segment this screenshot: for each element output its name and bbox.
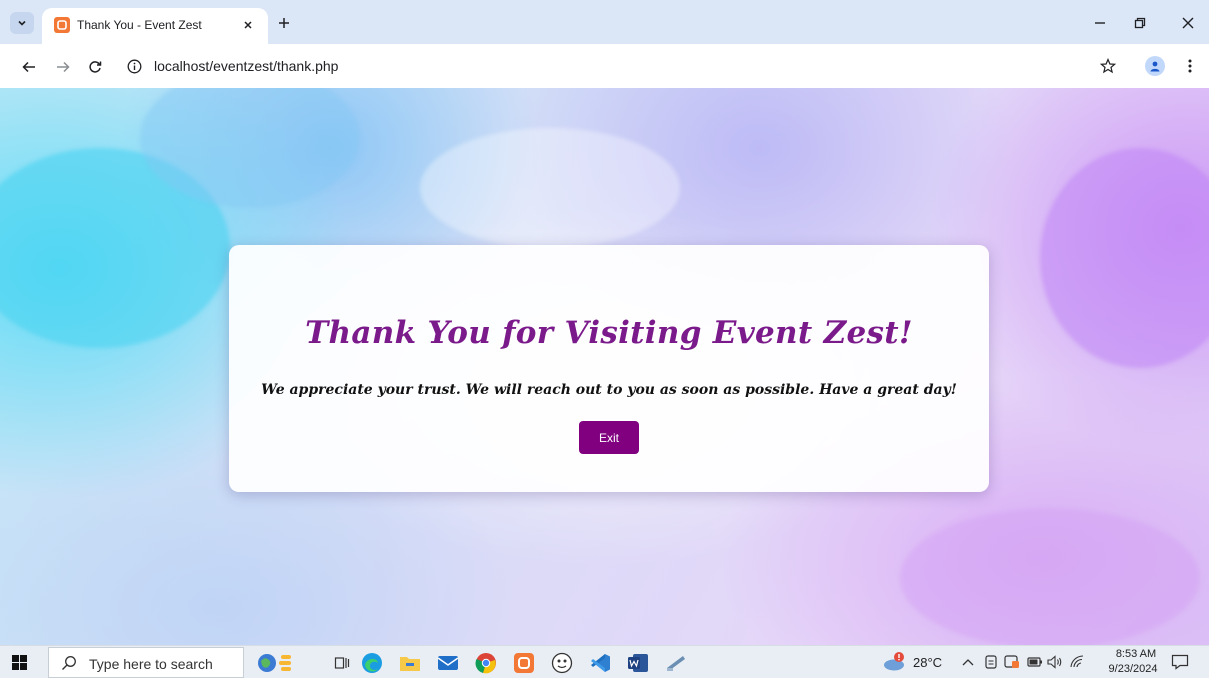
minimize-button[interactable]	[1086, 11, 1114, 35]
more-vertical-icon	[1188, 59, 1192, 73]
chevron-up-icon[interactable]	[960, 654, 976, 670]
tray-app-icon[interactable]	[983, 654, 999, 670]
windows-taskbar: Type here to search 28°C 8:53 AM 9/23/20…	[0, 645, 1209, 678]
tab-search-button[interactable]	[10, 12, 34, 34]
restore-button[interactable]	[1126, 11, 1154, 35]
browser-toolbar: localhost/eventzest/thank.php	[0, 44, 1209, 88]
address-bar[interactable]: localhost/eventzest/thank.php	[120, 50, 1120, 82]
file-explorer-icon[interactable]	[398, 651, 422, 675]
person-icon	[1150, 61, 1160, 72]
search-icon	[62, 656, 76, 670]
tab-bar: Thank You - Event Zest	[0, 0, 1209, 44]
bookmark-star-icon[interactable]	[1098, 56, 1118, 76]
close-window-button[interactable]	[1174, 11, 1202, 35]
plus-icon	[279, 18, 289, 28]
vscode-icon[interactable]	[588, 651, 612, 675]
close-icon	[1182, 17, 1194, 29]
xampp-icon	[54, 17, 70, 33]
background-splash	[420, 128, 680, 248]
edge-icon[interactable]	[360, 651, 384, 675]
app-icon[interactable]	[550, 651, 574, 675]
tab-close-button[interactable]	[238, 15, 258, 35]
xampp-tray-icon[interactable]	[1004, 654, 1020, 670]
arrow-right-icon	[57, 61, 70, 73]
browser-tab[interactable]: Thank You - Event Zest	[42, 8, 268, 44]
reload-icon	[89, 61, 102, 73]
new-tab-button[interactable]	[274, 13, 294, 33]
clock-date[interactable]: 9/23/2024	[1104, 663, 1162, 675]
close-icon	[244, 21, 252, 29]
profile-avatar[interactable]	[1145, 56, 1165, 76]
taskbar-search[interactable]: Type here to search	[48, 647, 244, 678]
minimize-icon	[1095, 22, 1105, 24]
widgets-icon[interactable]	[255, 651, 295, 675]
app-icon-2[interactable]	[664, 651, 688, 675]
background-splash	[1040, 148, 1209, 368]
browser-menu-button[interactable]	[1180, 56, 1200, 76]
mail-icon[interactable]	[436, 651, 460, 675]
page-title: Thank You for Visiting Event Zest!	[305, 315, 913, 351]
chrome-icon[interactable]	[474, 651, 498, 675]
volume-icon[interactable]	[1047, 654, 1063, 670]
back-button[interactable]	[18, 56, 40, 78]
page-viewport: Thank You for Visiting Event Zest! We ap…	[0, 88, 1209, 645]
clock-time[interactable]: 8:53 AM	[1110, 648, 1162, 660]
task-view-icon[interactable]	[330, 651, 354, 675]
thank-you-message: We appreciate your trust. We will reach …	[261, 382, 957, 398]
url-text: localhost/eventzest/thank.php	[154, 58, 339, 74]
tab-title: Thank You - Event Zest	[77, 18, 202, 32]
notification-icon[interactable]	[1171, 654, 1189, 670]
word-icon[interactable]	[626, 651, 650, 675]
arrow-left-icon	[22, 61, 35, 73]
background-splash	[900, 508, 1200, 645]
thank-you-card: Thank You for Visiting Event Zest! We ap…	[229, 245, 989, 492]
wifi-icon[interactable]	[1070, 654, 1086, 670]
weather-icon[interactable]	[882, 651, 908, 673]
temperature: 28°C	[913, 655, 943, 670]
exit-button[interactable]: Exit	[579, 421, 639, 454]
battery-icon[interactable]	[1027, 654, 1043, 670]
xampp-icon[interactable]	[512, 651, 536, 675]
restore-icon	[1134, 17, 1146, 29]
start-button[interactable]	[12, 655, 27, 670]
chevron-down-icon	[18, 20, 26, 26]
search-placeholder: Type here to search	[89, 656, 213, 672]
forward-button[interactable]	[52, 56, 74, 78]
info-icon[interactable]	[126, 58, 142, 74]
reload-button[interactable]	[84, 56, 106, 78]
